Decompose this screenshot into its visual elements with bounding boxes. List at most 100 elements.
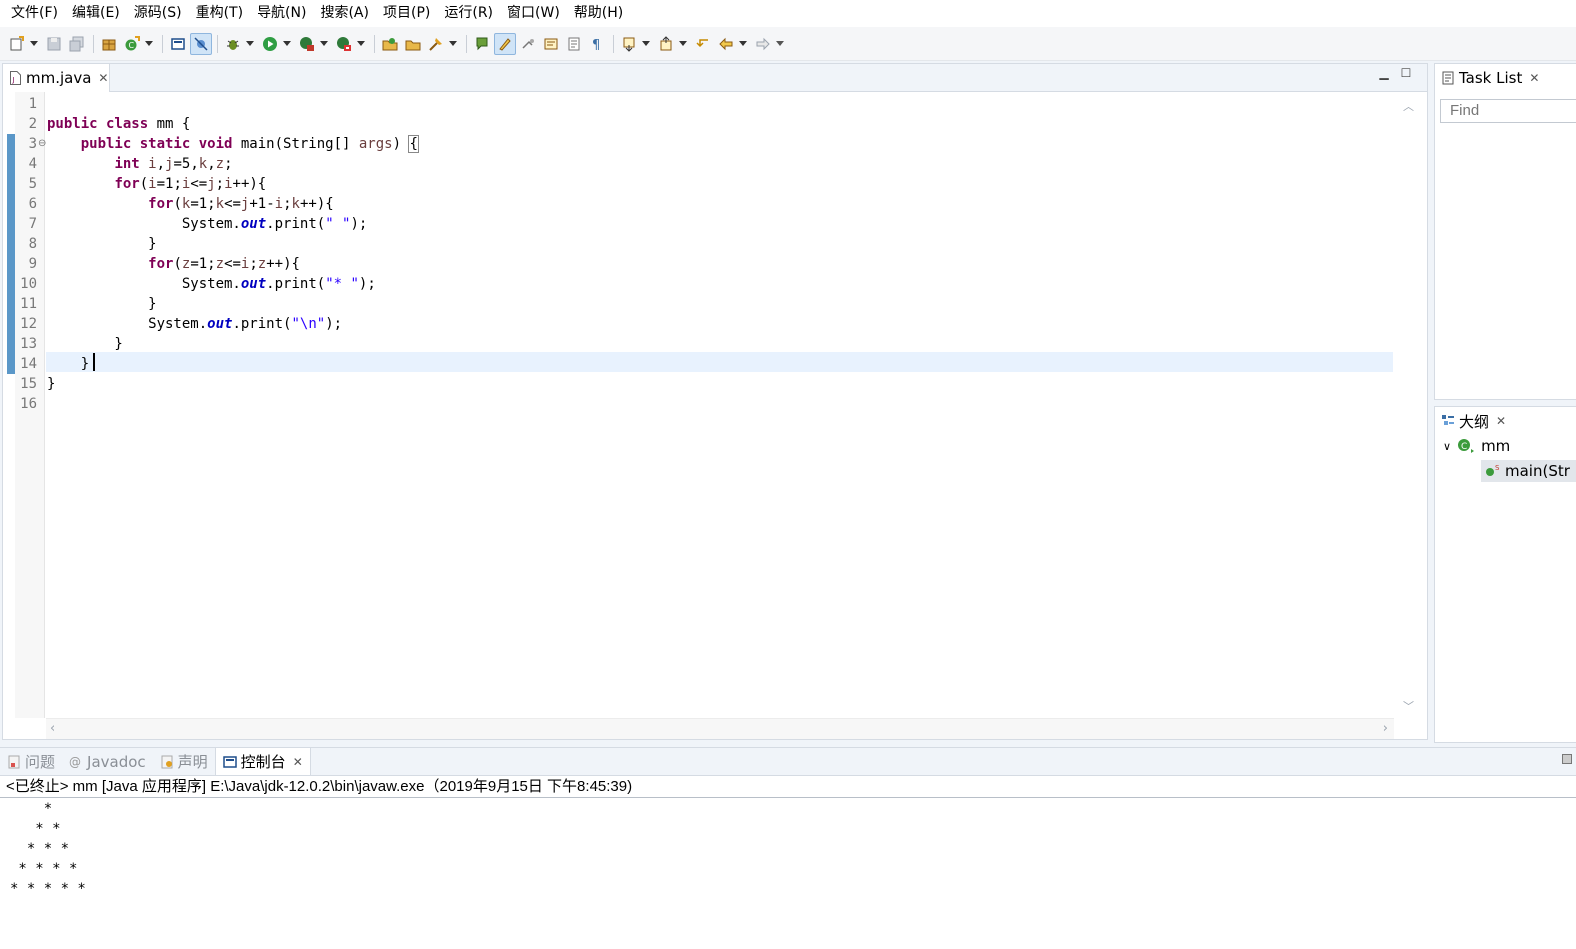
menu-run[interactable]: 运行(R) (437, 0, 500, 27)
tab-problems[interactable]: 问题 (0, 748, 62, 775)
last-edit-icon[interactable] (692, 33, 714, 55)
pilcrow-icon[interactable]: ¶ (586, 33, 608, 55)
problems-icon (8, 755, 20, 768)
back-icon[interactable] (715, 33, 737, 55)
show-whitespace-icon[interactable] (563, 33, 585, 55)
toolbar-separator (162, 34, 163, 53)
outline-label: 大纲 (1459, 412, 1490, 431)
line-number: 10 (20, 276, 37, 292)
terminal-icon[interactable] (167, 33, 189, 55)
annotation-icon[interactable] (471, 33, 493, 55)
java-file-icon: J (10, 71, 21, 85)
block-selection-icon[interactable] (540, 33, 562, 55)
close-icon[interactable]: ✕ (293, 755, 303, 769)
chevron-down-icon[interactable] (319, 33, 329, 55)
chevron-down-icon[interactable] (775, 33, 785, 55)
previous-annotation-icon[interactable] (655, 33, 677, 55)
chevron-down-icon[interactable] (282, 33, 292, 55)
chevron-down-icon[interactable] (29, 33, 39, 55)
menu-search[interactable]: 搜索(A) (313, 0, 376, 27)
svg-text:¶: ¶ (592, 38, 600, 52)
chevron-down-icon[interactable] (448, 33, 458, 55)
chevron-down-icon[interactable] (738, 33, 748, 55)
run-icon[interactable] (259, 33, 281, 55)
coverage-icon[interactable] (296, 33, 318, 55)
word-wrap-icon[interactable] (517, 33, 539, 55)
close-icon[interactable]: ✕ (1529, 71, 1539, 85)
menu-refactor[interactable]: 重构(T) (189, 0, 250, 27)
next-annotation-icon[interactable] (618, 33, 640, 55)
close-icon[interactable]: ✕ (1496, 414, 1506, 428)
current-line-highlight (46, 352, 1394, 372)
horizontal-scrollbar[interactable]: ‹ › (46, 718, 1394, 739)
menu-source[interactable]: 源码(S) (127, 0, 189, 27)
line-number: 5 (28, 176, 37, 192)
external-tools-icon[interactable] (333, 33, 355, 55)
text-caret (93, 353, 95, 371)
tab-task-list[interactable]: Task List ✕ (1435, 64, 1576, 92)
debug-icon[interactable] (222, 33, 244, 55)
open-type-icon[interactable] (379, 33, 401, 55)
line-number: 8 (28, 236, 37, 252)
editor-panel: J mm.java ✕ ▁ ☐ 1 2 3 ⊖ 4 5 6 7 8 9 10 1… (2, 63, 1428, 740)
package-icon[interactable] (98, 33, 120, 55)
code-line-10: System.out.print("* "); (47, 276, 376, 292)
menu-help[interactable]: 帮助(H) (567, 0, 630, 27)
save-all-icon[interactable] (66, 33, 88, 55)
outline-panel: 大纲 ✕ ∨ C mm S main(Str (1434, 406, 1576, 743)
scroll-left-icon[interactable]: ‹ (50, 721, 55, 736)
skip-breakpoints-icon[interactable] (190, 32, 212, 55)
line-number: 2 (28, 116, 37, 132)
forward-icon[interactable] (752, 33, 774, 55)
maximize-icon[interactable]: ☐ (1395, 66, 1417, 80)
search-icon[interactable] (425, 33, 447, 55)
tab-javadoc[interactable]: @ Javadoc (62, 748, 153, 775)
menu-edit[interactable]: 编辑(E) (65, 0, 127, 27)
chevron-down-icon[interactable] (245, 33, 255, 55)
chevron-down-icon[interactable] (678, 33, 688, 55)
chevron-down-icon[interactable] (144, 33, 154, 55)
chevron-down-icon[interactable] (641, 33, 651, 55)
tab-javadoc-label: Javadoc (87, 752, 146, 771)
menu-window[interactable]: 窗口(W) (500, 0, 567, 27)
chevron-down-icon[interactable]: ∨ (1443, 440, 1451, 453)
scroll-right-icon[interactable]: › (1383, 721, 1388, 736)
vertical-scrollbar[interactable]: ︿ ﹀ (1393, 92, 1427, 718)
console-icon (222, 755, 237, 768)
collapse-icon[interactable]: ⊖ (38, 134, 46, 154)
menu-navigate[interactable]: 导航(N) (250, 0, 313, 27)
tab-problems-label: 问题 (25, 753, 56, 771)
outline-method-row[interactable]: S main(Str (1481, 460, 1576, 482)
new-icon[interactable] (6, 33, 28, 55)
minimize-icon[interactable]: ▁ (1373, 66, 1395, 80)
task-find-input[interactable]: Find (1440, 99, 1576, 123)
public-static-method-icon: S (1486, 464, 1500, 476)
menu-project[interactable]: 项目(P) (376, 0, 437, 27)
close-icon[interactable]: ✕ (98, 71, 108, 85)
tab-console[interactable]: 控制台 ✕ (214, 748, 311, 775)
code-line-2: public class mm { (47, 116, 191, 132)
scroll-down-icon[interactable]: ﹀ (1403, 698, 1414, 714)
save-icon[interactable] (43, 33, 65, 55)
tab-console-label: 控制台 (240, 753, 286, 771)
class-icon: C (1458, 439, 1475, 453)
code-line-5: for(i=1;i<=j;i++){ (114, 176, 267, 192)
editor-tab-mm-java[interactable]: J mm.java ✕ (3, 64, 110, 92)
console-output-line: * * * * * (10, 881, 86, 897)
chevron-down-icon[interactable] (356, 33, 366, 55)
console-output-line: * (10, 801, 53, 817)
tab-declaration[interactable]: 声明 (153, 748, 215, 775)
new-class-icon[interactable]: C (121, 33, 143, 55)
code-editor[interactable]: 1 2 3 ⊖ 4 5 6 7 8 9 10 11 12 13 14 15 16… (3, 92, 1394, 718)
scroll-up-icon[interactable]: ︿ (1403, 98, 1414, 114)
console-tab-bar: 问题 @ Javadoc 声明 控制台 ✕ (0, 748, 1576, 776)
declaration-icon (161, 755, 173, 768)
mark-occurrences-icon[interactable] (494, 32, 516, 55)
code-line-4: int i,j=5,k,z; (114, 156, 233, 172)
menu-file[interactable]: 文件(F) (4, 0, 65, 27)
console-view-menu-icon[interactable] (1562, 754, 1572, 764)
outline-class-row[interactable]: ∨ C mm (1443, 437, 1510, 455)
tab-outline[interactable]: 大纲 ✕ (1435, 407, 1576, 435)
open-folder-icon[interactable] (402, 33, 424, 55)
editor-tab-bar: J mm.java ✕ ▁ ☐ (3, 64, 1427, 92)
